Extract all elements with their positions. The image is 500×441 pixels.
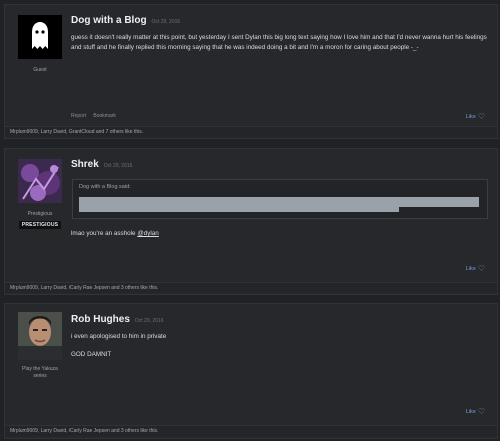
- post-body: lmao you're an asshole @dylan: [71, 229, 491, 239]
- username[interactable]: Rob Hughes: [71, 314, 130, 325]
- like-button[interactable]: Like ♡: [466, 407, 485, 416]
- post-date[interactable]: Oct 29, 2016: [135, 318, 164, 324]
- like-label: Like: [465, 114, 476, 120]
- post-body-line: GOD DAMNIT: [71, 351, 112, 358]
- avatar-image-icon: [18, 312, 62, 360]
- post-dog-with-a-blog: Guest Dog with a Blog Oct 29, 2016 guess …: [4, 4, 498, 139]
- post-body: guess it doesn't really matter at this p…: [71, 34, 487, 51]
- post-date[interactable]: Oct 29, 2016: [152, 19, 181, 25]
- user-title: Play the Yakuza series: [22, 366, 58, 379]
- thread: Guest Dog with a Blog Oct 29, 2016 guess …: [0, 0, 500, 441]
- heart-icon: ♡: [477, 112, 485, 121]
- post-header: Rob Hughes Oct 29, 2016: [71, 314, 164, 325]
- avatar-image-icon: [18, 159, 62, 203]
- quote-author[interactable]: Dog with a Blog said:: [79, 184, 131, 190]
- ghost-icon: [32, 22, 48, 49]
- likes-summary[interactable]: Mrplum9009, Larry David, GrantCloud and …: [5, 126, 497, 137]
- user-avatar[interactable]: [18, 159, 62, 203]
- user-title: Guest: [33, 67, 47, 73]
- quote-redacted-line: [79, 207, 399, 212]
- post-header: Dog with a Blog Oct 29, 2016: [71, 15, 180, 26]
- user-title: Prestigious: [27, 211, 53, 217]
- prestigious-badge: PRESTIGIOUS: [19, 221, 61, 229]
- post-body-line: i even apologised to him in private: [71, 333, 167, 340]
- like-label: Like: [465, 409, 476, 415]
- post-header: Shrek Oct 29, 2016: [71, 159, 132, 170]
- user-mention-link[interactable]: @dylan: [137, 230, 158, 237]
- report-link[interactable]: Report: [71, 113, 86, 119]
- heart-icon: ♡: [477, 264, 485, 273]
- post-shrek: Prestigious PRESTIGIOUS Shrek Oct 29, 201…: [4, 148, 498, 295]
- like-label: Like: [465, 266, 476, 272]
- likes-summary[interactable]: Mrplum9009, Larry David, iCarly Rae Jeps…: [5, 425, 497, 436]
- bookmark-link[interactable]: Bookmark: [93, 113, 116, 119]
- user-avatar[interactable]: [18, 312, 62, 360]
- likes-summary[interactable]: Mrplum9009, Larry David, iCarly Rae Jeps…: [5, 282, 497, 293]
- quote-redacted-line: [79, 197, 479, 207]
- post-date[interactable]: Oct 29, 2016: [104, 163, 133, 169]
- like-button[interactable]: Like ♡: [466, 264, 485, 273]
- username[interactable]: Dog with a Blog: [71, 15, 147, 26]
- like-button[interactable]: Like ♡: [466, 112, 485, 121]
- username[interactable]: Shrek: [71, 159, 99, 170]
- post-actions: Report Bookmark: [71, 113, 122, 119]
- quote-block: Dog with a Blog said:: [72, 179, 488, 219]
- post-body-text: lmao you're an asshole: [71, 230, 138, 237]
- post-rob-hughes: Play the Yakuza series Rob Hughes Oct 29,…: [4, 303, 498, 439]
- heart-icon: ♡: [477, 407, 485, 416]
- guest-avatar[interactable]: [18, 15, 62, 59]
